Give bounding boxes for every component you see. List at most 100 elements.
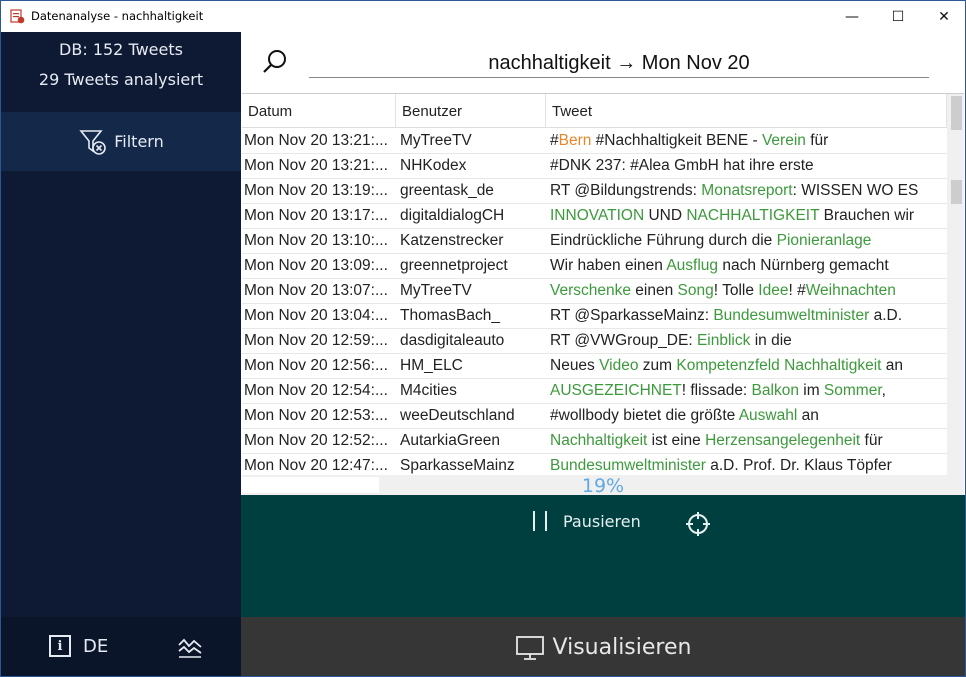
visualize-button[interactable]: Visualisieren <box>241 617 965 676</box>
tweet-text: a.D. Prof. Dr. Klaus Töpfer <box>705 457 892 474</box>
table-row[interactable]: Mon Nov 20 13:19:... greentask_de RT @Bild… <box>242 179 947 204</box>
positive-word: Auswahl <box>738 407 798 424</box>
vertical-scrollbar[interactable] <box>947 94 964 475</box>
user-cell: weeDeutschland <box>400 407 515 424</box>
date-cell: Mon Nov 20 13:10:... <box>244 232 388 249</box>
tweet-text: a.D. <box>869 307 903 324</box>
date-cell: Mon Nov 20 13:09:... <box>244 257 388 274</box>
positive-word: Ausflug <box>666 257 719 274</box>
filter-label: Filtern <box>114 132 164 151</box>
maximize-button[interactable]: ☐ <box>875 1 921 32</box>
table-row[interactable]: Mon Nov 20 12:53:... weeDeutschland #wollb… <box>242 404 947 429</box>
pause-icon <box>533 511 547 531</box>
tweet-text: Wir haben einen <box>550 257 667 274</box>
language-label: DE <box>83 635 109 657</box>
tweet-text: in die <box>750 332 792 349</box>
positive-word: Bundesumweltminister <box>713 307 870 324</box>
table-row[interactable]: Mon Nov 20 12:47:... SparkasseMainz Bundes… <box>242 454 947 475</box>
column-header-user[interactable]: Benutzer <box>396 94 546 128</box>
close-button[interactable]: ✕ <box>921 1 965 32</box>
positive-word: NACHHALTIGKEIT <box>686 207 820 224</box>
table-row[interactable]: Mon Nov 20 13:21:... MyTreeTV #Bern #Nachh… <box>242 129 947 154</box>
tweet-text: #DNK 237: #Alea GmbH hat ihre erste <box>550 157 814 174</box>
tweet-text: nach Nürnberg gemacht <box>718 257 889 274</box>
scroll-thumb[interactable] <box>951 96 962 130</box>
tweet-text: ! # <box>788 282 806 299</box>
positive-word: Kompetenzfeld <box>676 357 780 374</box>
tweet-text: #wollbody bietet die größte <box>550 407 739 424</box>
table-row[interactable]: Mon Nov 20 13:17:... digitaldialogCH INNOV… <box>242 204 947 229</box>
table-row[interactable]: Mon Nov 20 12:59:... dasdigitaleauto RT @V… <box>242 329 947 354</box>
date-cell: Mon Nov 20 12:59:... <box>244 332 388 349</box>
positive-word: Nachhaltigkeit <box>550 432 648 449</box>
app-icon <box>10 9 25 24</box>
tweet-text: RT @Bildungstrends: <box>550 182 702 199</box>
user-cell: greentask_de <box>400 182 494 199</box>
tweet-text: ! flissade: <box>681 382 752 399</box>
table-header: Datum Benutzer Tweet <box>242 94 947 128</box>
target-icon[interactable] <box>684 510 712 538</box>
window-title: Datenanalyse - nachhaltigkeit <box>31 9 204 23</box>
positive-word: Verein <box>761 132 806 149</box>
tweet-cell: Eindrückliche Führung durch die Pioniera… <box>546 229 947 253</box>
date-cell: Mon Nov 20 13:21:... <box>244 132 388 149</box>
table-row[interactable]: Mon Nov 20 12:54:... M4cities AUSGEZEICHNE… <box>242 379 947 404</box>
table-row[interactable]: Mon Nov 20 13:21:... NHKodex #DNK 237: #Al… <box>242 154 947 179</box>
date-cell: Mon Nov 20 12:54:... <box>244 382 388 399</box>
negative-word: Bern <box>558 132 592 149</box>
tweet-text: Neues <box>550 357 600 374</box>
user-cell: NHKodex <box>400 157 467 174</box>
progress-bar: 19% <box>242 475 964 497</box>
tweet-text: #Nachhaltigkeit BENE - <box>591 132 762 149</box>
tweet-cell: #Bern #Nachhaltigkeit BENE - Verein für <box>546 129 947 153</box>
visualize-label: Visualisieren <box>552 635 692 660</box>
positive-word: Weihnachten <box>805 282 896 299</box>
positive-word: Song <box>677 282 714 299</box>
tweet-text: UND <box>644 207 687 224</box>
tweet-text: an <box>881 357 904 374</box>
tweet-cell: #DNK 237: #Alea GmbH hat ihre erste <box>546 154 947 178</box>
pause-button[interactable]: Pausieren <box>533 511 641 531</box>
user-cell: SparkasseMainz <box>400 457 515 474</box>
tweet-cell: Bundesumweltminister a.D. Prof. Dr. Klau… <box>546 454 947 475</box>
language-button[interactable]: i DE <box>49 635 108 657</box>
positive-word: Video <box>599 357 639 374</box>
tweet-text: im <box>798 382 824 399</box>
tweet-text: Brauchen wir <box>819 207 915 224</box>
column-header-tweet[interactable]: Tweet <box>546 94 947 128</box>
user-cell: Katzenstrecker <box>400 232 504 249</box>
db-count: DB: 152 Tweets <box>59 40 183 59</box>
tweet-text: ! Tolle <box>713 282 759 299</box>
table-row[interactable]: Mon Nov 20 13:10:... Katzenstrecker Eindrü… <box>242 229 947 254</box>
positive-word: Idee <box>758 282 789 299</box>
tweet-cell: Verschenke einen Song! Tolle Idee! #Weih… <box>546 279 947 303</box>
positive-word: Pionieranlage <box>776 232 872 249</box>
table-row[interactable]: Mon Nov 20 13:04:... ThomasBach_ RT @Spark… <box>242 304 947 329</box>
date-cell: Mon Nov 20 12:52:... <box>244 432 388 449</box>
tweet-text: einen <box>631 282 678 299</box>
info-icon: i <box>49 635 71 657</box>
table-row[interactable]: Mon Nov 20 13:09:... greennetproject Wir h… <box>242 254 947 279</box>
scroll-thumb-secondary[interactable] <box>951 180 962 204</box>
control-panel: Pausieren <box>241 495 965 617</box>
filter-button[interactable]: Filtern <box>1 112 241 171</box>
tweet-text: für <box>805 132 829 149</box>
tweet-text: ist eine <box>647 432 706 449</box>
table-row[interactable]: Mon Nov 20 13:07:... MyTreeTV Verschenke e… <box>242 279 947 304</box>
tweet-cell: Neues Video zum Kompetenzfeld Nachhaltig… <box>546 354 947 378</box>
date-cell: Mon Nov 20 12:56:... <box>244 357 388 374</box>
user-cell: M4cities <box>400 382 457 399</box>
user-cell: MyTreeTV <box>400 132 472 149</box>
pause-label: Pausieren <box>563 511 641 531</box>
column-header-date[interactable]: Datum <box>242 94 396 128</box>
tweet-table: Datum Benutzer Tweet Mon Nov 20 13:21:..… <box>242 93 964 475</box>
positive-word: Bundesumweltminister <box>550 457 706 474</box>
table-row[interactable]: Mon Nov 20 12:56:... HM_ELC Neues Video zu… <box>242 354 947 379</box>
chart-wave-icon[interactable] <box>177 637 203 659</box>
search-icon[interactable] <box>259 46 291 78</box>
date-cell: Mon Nov 20 12:47:... <box>244 457 388 474</box>
search-input[interactable]: nachhaltigkeit → Mon Nov 20 <box>309 48 929 78</box>
tweet-text: RT @SparkasseMainz: <box>550 307 714 324</box>
minimize-button[interactable]: — <box>829 1 875 32</box>
table-row[interactable]: Mon Nov 20 12:52:... AutarkiaGreen Nachhal… <box>242 429 947 454</box>
